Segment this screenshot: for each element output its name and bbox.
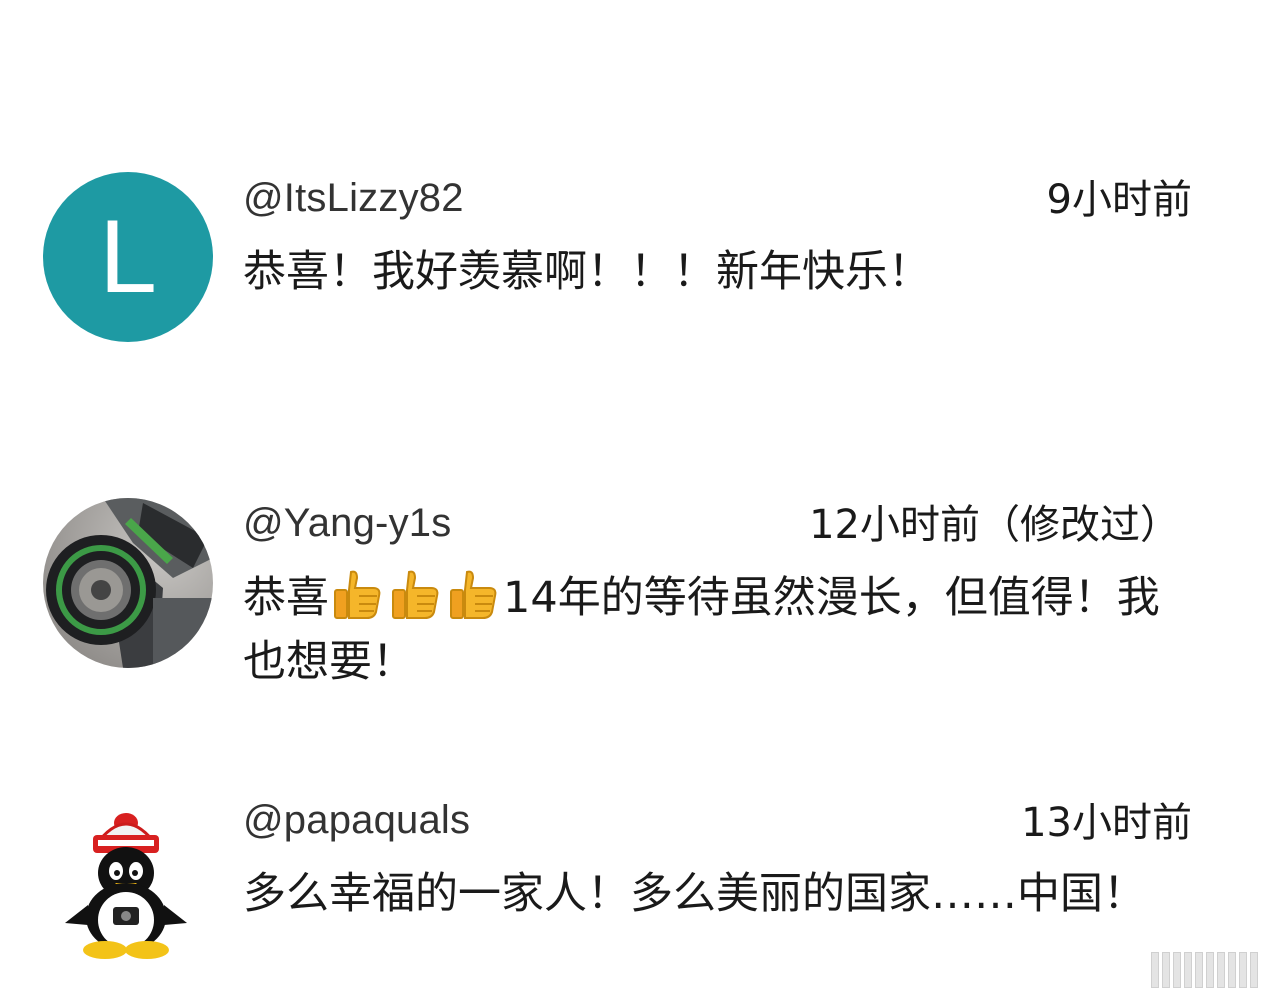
comment-text-prefix: 恭喜: [243, 573, 329, 623]
avatar-letter: L: [99, 199, 157, 315]
comment-text: 恭喜 14年的等待虽然漫长，但值得！我也想要！: [243, 566, 1163, 694]
avatar[interactable]: [43, 795, 213, 965]
avatar[interactable]: [43, 498, 213, 668]
comment-timestamp: 9小时前: [1046, 177, 1192, 223]
thumbs-up-emojis: [329, 570, 503, 623]
comment-text: 恭喜！我好羡慕啊！！！新年快乐！: [243, 247, 931, 297]
thumbs-up-icon: [392, 570, 439, 619]
avatar[interactable]: L: [43, 172, 213, 342]
comment-author[interactable]: @ItsLizzy82: [243, 174, 464, 222]
watermark-icon: [1151, 952, 1258, 988]
comment-author[interactable]: @papaquals: [243, 796, 470, 844]
thumbs-up-icon: [334, 570, 381, 619]
comment-author[interactable]: @Yang-y1s: [243, 499, 451, 547]
comment-text: 多么幸福的一家人！多么美丽的国家……中国！: [243, 869, 1146, 919]
comment-timestamp: 13小时前: [1021, 800, 1192, 846]
thumbs-up-icon: [450, 570, 497, 619]
motorcycle-wheel-photo-icon: [43, 498, 213, 668]
comment-timestamp: 12小时前（修改过）: [809, 502, 1180, 548]
penguin-with-hat-icon: [65, 813, 187, 959]
